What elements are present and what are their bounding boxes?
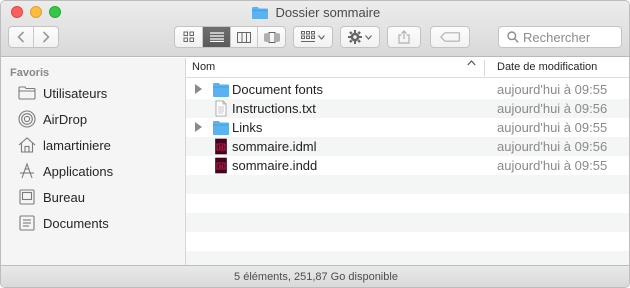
list-icon [209,32,224,42]
column-name-header[interactable]: Nom [192,61,215,73]
icon-grid-icon [183,31,194,42]
window-title-text: Dossier sommaire [275,5,381,21]
cover-flow-view-button[interactable] [258,27,285,47]
forward-button[interactable] [34,27,58,47]
sidebar-item-label: Documents [43,215,109,231]
column-view-button[interactable] [231,27,258,47]
sidebar-item-lamartiniere[interactable]: lamartiniere [1,133,185,157]
file-name: sommaire.idml [232,139,317,154]
disclosure-triangle-icon[interactable] [195,122,202,132]
indesign-file-icon: Id [215,157,227,174]
chevron-right-icon [42,31,50,43]
finder-window: Dossier sommaire Rechercher Favoris Util… [0,0,630,288]
file-date: aujourd'hui à 09:56 [497,139,608,154]
columns-icon [237,31,251,43]
list-view-button[interactable] [203,27,231,47]
file-date: aujourd'hui à 09:55 [497,82,608,97]
search-icon [507,31,519,43]
window-title: Dossier sommaire [1,4,629,21]
empty-row [186,175,629,194]
table-row[interactable]: Id sommaire.indd aujourd'hui à 09:55 [186,156,629,175]
sidebar-item-label: lamartiniere [43,137,111,153]
tags-button[interactable] [430,26,470,48]
cover-flow-icon [264,31,279,43]
tag-icon [440,32,460,42]
view-mode-control [174,26,286,48]
sidebar-header: Favoris [10,67,50,79]
search-field[interactable] [498,26,622,48]
toolbar: Dossier sommaire [1,1,629,57]
table-row[interactable]: Document fonts aujourd'hui à 09:55 [186,80,629,99]
sidebar-item-airdrop[interactable]: AirDrop [1,107,185,131]
file-date: aujourd'hui à 09:55 [497,120,608,135]
chevron-left-icon [17,31,25,43]
status-text: 5 éléments, 251,87 Go disponible [234,271,398,283]
svg-text:Id: Id [219,164,223,170]
action-button[interactable] [340,26,380,48]
sidebar-item-applications[interactable]: Applications [1,159,185,183]
sort-chevron-up-icon[interactable] [467,60,476,66]
sidebar-item-label: AirDrop [43,111,88,127]
folder-icon [213,83,229,97]
arrange-button[interactable] [293,26,333,48]
search-input[interactable] [523,29,613,45]
desktop-icon [17,188,37,206]
folder-icon [213,121,229,135]
svg-text:Id: Id [219,145,223,151]
arrange-icon [301,31,315,42]
applications-icon [17,162,37,180]
navigation-buttons [8,26,59,48]
disclosure-triangle-icon[interactable] [195,84,202,94]
file-date: aujourd'hui à 09:55 [497,158,608,173]
indesign-file-icon: Id [215,138,227,155]
column-header: Nom Date de modification [186,58,629,78]
share-icon [398,30,410,44]
chevron-down-icon [318,34,325,40]
table-row[interactable]: Instructions.txt aujourd'hui à 09:56 [186,99,629,118]
airdrop-icon [17,110,37,128]
folder-icon [17,84,37,102]
sidebar-item-utilisateurs[interactable]: Utilisateurs [1,81,185,105]
home-icon [17,136,37,154]
empty-row [186,213,629,232]
column-divider[interactable] [484,60,485,76]
gear-icon [348,30,362,44]
file-name: Instructions.txt [232,101,316,116]
file-list: Nom Date de modification Document fonts … [186,58,629,270]
table-row[interactable]: Id sommaire.idml aujourd'hui à 09:56 [186,137,629,156]
sidebar: Favoris Utilisateurs AirDrop lamartinier… [1,58,186,265]
file-name: Document fonts [232,82,324,97]
sidebar-item-label: Bureau [43,189,85,205]
column-date-header[interactable]: Date de modification [497,61,597,73]
status-bar: 5 éléments, 251,87 Go disponible [1,265,629,287]
sidebar-item-documents[interactable]: Documents [1,211,185,235]
file-name: sommaire.indd [232,158,318,173]
sidebar-item-bureau[interactable]: Bureau [1,185,185,209]
sidebar-item-label: Applications [43,163,114,179]
chevron-down-icon [365,34,372,40]
documents-icon [17,214,37,232]
icon-view-button[interactable] [175,27,203,47]
folder-icon [251,7,268,20]
share-button[interactable] [387,26,421,48]
back-button[interactable] [9,27,34,47]
sidebar-item-label: Utilisateurs [43,85,108,101]
table-row[interactable]: Links aujourd'hui à 09:55 [186,118,629,137]
file-name: Links [232,120,263,135]
file-date: aujourd'hui à 09:56 [497,101,608,116]
text-file-icon [215,100,227,117]
